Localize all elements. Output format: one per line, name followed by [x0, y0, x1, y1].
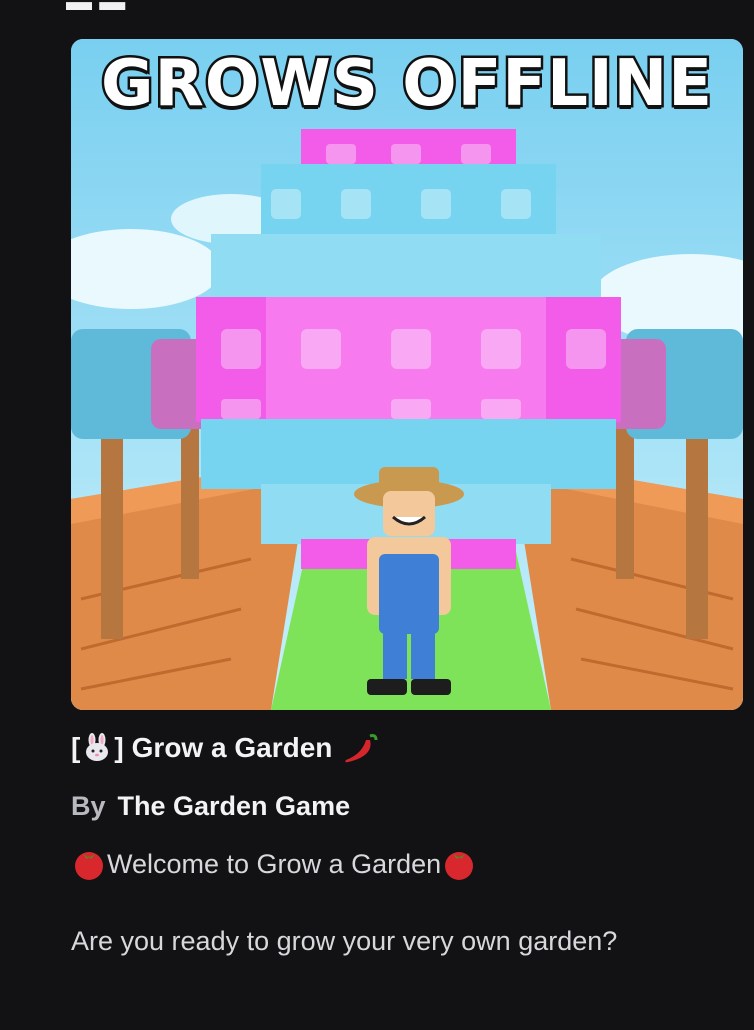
- thumbnail-caption: GROWS OFFLINE: [99, 45, 715, 124]
- header-remnant: ▬ ▬: [66, 0, 126, 16]
- tomato-icon: [75, 852, 103, 880]
- title-text: Grow a Garden: [131, 732, 333, 763]
- creator-byline: By The Garden Game: [71, 788, 350, 824]
- title-open-bracket: [: [71, 732, 81, 763]
- creator-link[interactable]: The Garden Game: [118, 791, 351, 822]
- game-details-page: ▬ ▬ GROWS OFFLINE [] Grow a Garden By T…: [0, 0, 754, 1030]
- title-close-bracket: ]: [114, 732, 124, 763]
- game-thumbnail[interactable]: GROWS OFFLINE: [71, 39, 743, 710]
- rabbit-face-icon: [86, 733, 109, 761]
- game-title[interactable]: [ ] Grow a Garden: [71, 728, 380, 768]
- description-welcome: Welcome to Grow a Garden: [71, 845, 477, 883]
- by-label: By: [71, 790, 106, 821]
- description-line: Are you ready to grow your very own gard…: [71, 926, 618, 956]
- hot-pepper-icon: [345, 734, 378, 763]
- tomato-icon: [445, 852, 474, 880]
- thumbnail-art: [71, 39, 743, 710]
- welcome-text: Welcome to Grow a Garden: [107, 848, 442, 879]
